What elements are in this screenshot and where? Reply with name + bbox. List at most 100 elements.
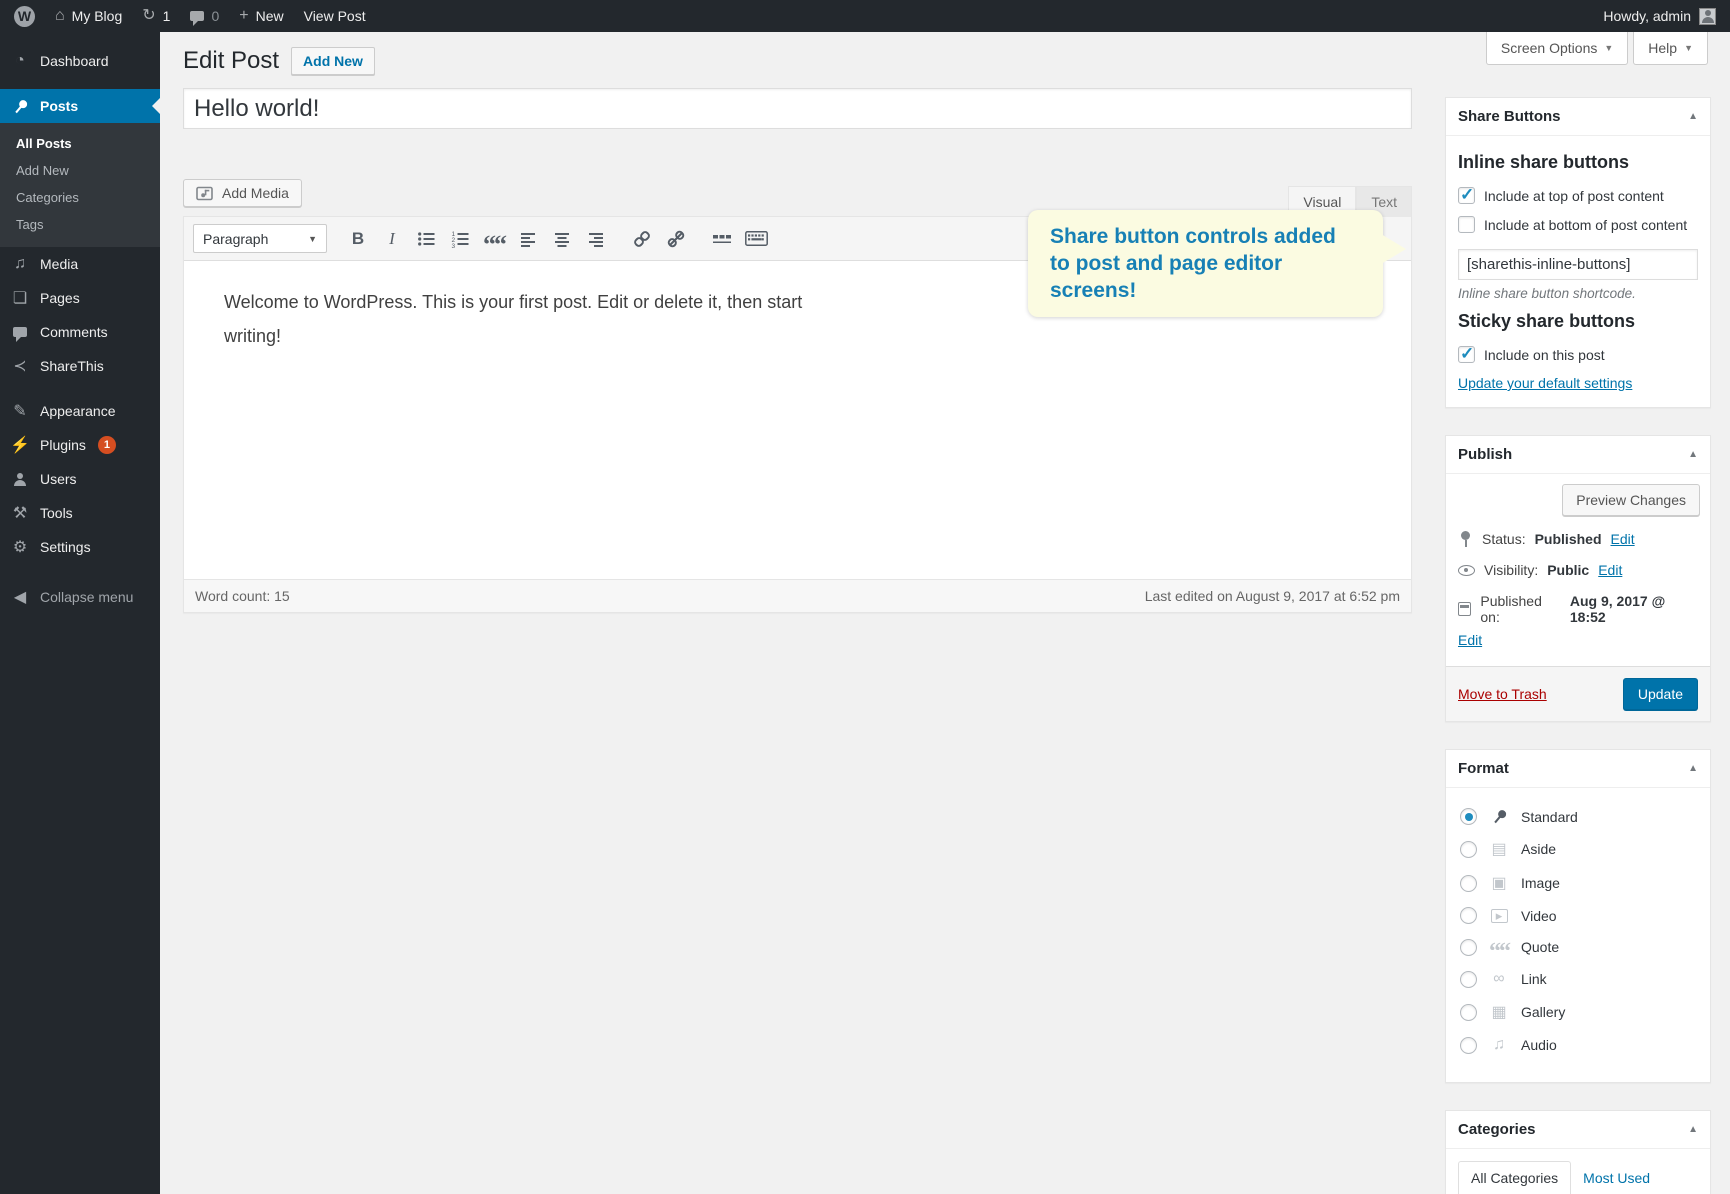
align-center-button[interactable] <box>547 226 577 252</box>
submenu-item-categories[interactable]: Categories <box>0 184 160 211</box>
update-button[interactable]: Update <box>1623 678 1698 710</box>
add-new-post-button[interactable]: Add New <box>291 47 375 75</box>
format-option-image[interactable]: ▣ Image <box>1460 873 1696 893</box>
updates-icon: ↻ <box>142 8 155 24</box>
format-option-audio[interactable]: ♫ Audio <box>1460 1036 1696 1054</box>
plus-icon: + <box>239 8 248 24</box>
format-radio-gallery[interactable] <box>1460 1004 1477 1021</box>
screen-options-button[interactable]: Screen Options ▼ <box>1486 32 1628 65</box>
include-bottom-checkbox[interactable] <box>1458 216 1475 233</box>
comments-link[interactable]: 0 <box>190 8 219 24</box>
blockquote-button[interactable]: ““ <box>479 226 509 252</box>
preview-changes-button[interactable]: Preview Changes <box>1562 484 1700 516</box>
share-buttons-panel-header[interactable]: Share Buttons ▲ <box>1446 98 1710 136</box>
collapse-panel-icon[interactable]: ▲ <box>1688 763 1698 774</box>
format-radio-audio[interactable] <box>1460 1037 1477 1054</box>
user-avatar[interactable] <box>1699 8 1716 25</box>
pushpin-icon <box>10 99 30 114</box>
format-label: Image <box>1521 875 1560 891</box>
sidebar-item-pages[interactable]: ❏ Pages <box>0 281 160 315</box>
format-radio-video[interactable] <box>1460 907 1477 924</box>
toolbar-toggle-button[interactable] <box>741 226 771 252</box>
sidebar-item-dashboard[interactable]: ◔ Dashboard <box>0 44 160 78</box>
sidebar-item-label: Users <box>40 471 77 487</box>
sidebar-item-settings[interactable]: ⚙ Settings <box>0 530 160 564</box>
read-more-tag-button[interactable] <box>707 226 737 252</box>
include-sticky-checkbox[interactable] <box>1458 346 1475 363</box>
sidebar-item-label: Collapse menu <box>40 589 133 605</box>
post-title-input[interactable] <box>183 88 1412 129</box>
tab-most-used[interactable]: Most Used <box>1571 1162 1662 1194</box>
sidebar-item-media[interactable]: ♫ Media <box>0 247 160 281</box>
sidebar-item-label: Dashboard <box>40 53 109 69</box>
include-bottom-label: Include at bottom of post content <box>1484 217 1687 233</box>
sidebar-item-label: Plugins <box>40 437 86 453</box>
edit-status-link[interactable]: Edit <box>1611 531 1635 547</box>
collapse-panel-icon[interactable]: ▲ <box>1688 449 1698 460</box>
posts-submenu: All Posts Add New Categories Tags <box>0 123 160 247</box>
format-option-aside[interactable]: ▤ Aside <box>1460 839 1696 859</box>
format-radio-aside[interactable] <box>1460 841 1477 858</box>
audio-icon: ♫ <box>1488 1036 1510 1054</box>
bold-button[interactable]: B <box>343 226 373 252</box>
last-edited-timestamp: Last edited on August 9, 2017 at 6:52 pm <box>1145 588 1400 604</box>
remove-link-button[interactable] <box>661 226 691 252</box>
view-post-link[interactable]: View Post <box>304 8 366 24</box>
dashboard-icon: ◔ <box>10 52 30 70</box>
howdy-admin-menu[interactable]: Howdy, admin <box>1603 8 1691 24</box>
sidebar-item-comments[interactable]: Comments <box>0 315 160 349</box>
gallery-icon: ▦ <box>1488 1002 1510 1022</box>
sidebar-item-sharethis[interactable]: ≺ ShareThis <box>0 349 160 383</box>
move-to-trash-link[interactable]: Move to Trash <box>1458 686 1547 702</box>
sidebar-item-tools[interactable]: ⚒ Tools <box>0 496 160 530</box>
format-radio-quote[interactable] <box>1460 939 1477 956</box>
italic-button[interactable]: I <box>377 226 407 252</box>
collapse-panel-icon[interactable]: ▲ <box>1688 111 1698 122</box>
update-default-settings-link[interactable]: Update your default settings <box>1458 375 1632 391</box>
sidebar-item-appearance[interactable]: ✎ Appearance <box>0 394 160 428</box>
sidebar-item-posts[interactable]: Posts <box>0 89 160 123</box>
submenu-item-add-new[interactable]: Add New <box>0 157 160 184</box>
wordpress-logo-icon: W <box>14 6 35 27</box>
add-media-button[interactable]: Add Media <box>183 179 302 207</box>
format-option-standard[interactable]: Standard <box>1460 808 1696 825</box>
bulleted-list-button[interactable] <box>411 226 441 252</box>
shortcode-input[interactable] <box>1458 249 1698 280</box>
new-content-menu[interactable]: + New <box>239 8 283 24</box>
format-radio-image[interactable] <box>1460 875 1477 892</box>
include-sticky-label: Include on this post <box>1484 347 1605 363</box>
numbered-list-icon: 1 2 3 <box>451 230 469 248</box>
page-title: Edit Post <box>183 47 279 75</box>
align-left-button[interactable] <box>513 226 543 252</box>
submenu-item-all-posts[interactable]: All Posts <box>0 130 160 157</box>
numbered-list-button[interactable]: 1 2 3 <box>445 226 475 252</box>
edit-published-date-link[interactable]: Edit <box>1458 632 1482 648</box>
categories-panel-header[interactable]: Categories ▲ <box>1446 1111 1710 1149</box>
align-right-button[interactable] <box>581 226 611 252</box>
publish-panel-header[interactable]: Publish ▲ <box>1446 436 1710 474</box>
format-option-quote[interactable]: ““ Quote <box>1460 938 1696 956</box>
help-button[interactable]: Help ▼ <box>1633 32 1708 65</box>
published-on-label: Published on: <box>1480 593 1560 625</box>
format-radio-standard[interactable] <box>1460 808 1477 825</box>
sidebar-item-plugins[interactable]: ⚡ Plugins 1 <box>0 428 160 462</box>
collapse-panel-icon[interactable]: ▲ <box>1688 1124 1698 1135</box>
format-radio-link[interactable] <box>1460 971 1477 988</box>
submenu-item-tags[interactable]: Tags <box>0 211 160 238</box>
format-panel-header[interactable]: Format ▲ <box>1446 750 1710 788</box>
paragraph-style-select[interactable]: Paragraph ▼ <box>193 224 327 253</box>
updates-link[interactable]: ↻ 1 <box>142 8 170 24</box>
collapse-menu-button[interactable]: ◀ Collapse menu <box>0 580 160 614</box>
sidebar-item-users[interactable]: Users <box>0 462 160 496</box>
tab-all-categories[interactable]: All Categories <box>1458 1161 1571 1194</box>
format-option-video[interactable]: ▸ Video <box>1460 907 1696 924</box>
site-name-link[interactable]: ⌂ My Blog <box>55 8 122 24</box>
quote-icon: ““ <box>1488 938 1510 956</box>
edit-visibility-link[interactable]: Edit <box>1598 562 1622 578</box>
wordpress-logo-menu[interactable]: W <box>14 6 35 27</box>
include-top-checkbox[interactable] <box>1458 187 1475 204</box>
categories-tabs: All Categories Most Used <box>1458 1161 1698 1194</box>
format-option-gallery[interactable]: ▦ Gallery <box>1460 1002 1696 1022</box>
format-option-link[interactable]: ∞ Link <box>1460 970 1696 988</box>
insert-link-button[interactable] <box>627 226 657 252</box>
